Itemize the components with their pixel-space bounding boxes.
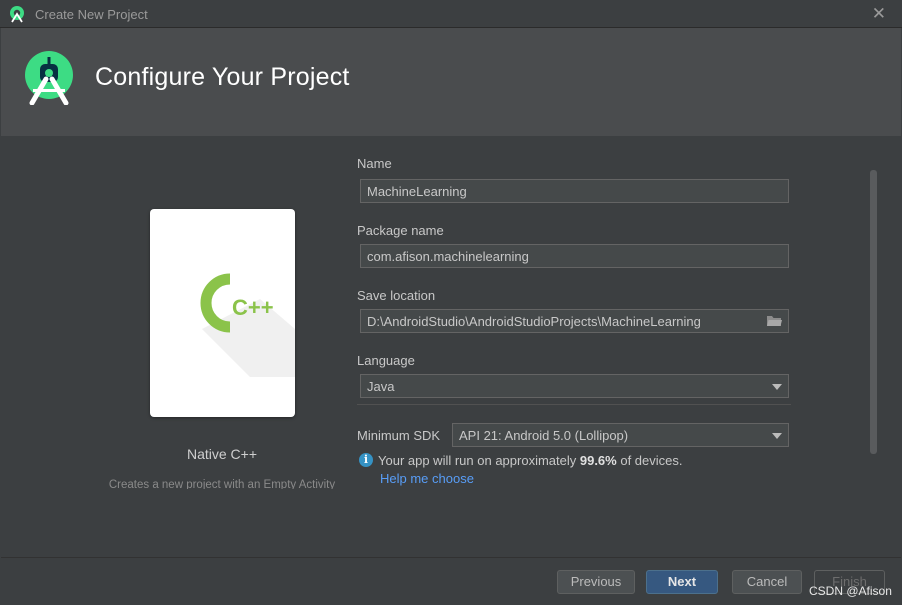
save-location-input[interactable]: D:\AndroidStudio\AndroidStudioProjects\M… (360, 309, 789, 333)
device-coverage-text: Your app will run on approximately 99.6%… (378, 453, 683, 468)
android-studio-logo (25, 51, 73, 105)
help-me-choose-link[interactable]: Help me choose (380, 471, 474, 486)
minimum-sdk-value: API 21: Android 5.0 (Lollipop) (459, 428, 629, 443)
save-location-label: Save location (357, 288, 436, 303)
scrollbar[interactable] (870, 170, 877, 454)
wizard-header: Configure Your Project (1, 28, 901, 136)
close-icon[interactable]: ✕ (872, 4, 886, 24)
window-title: Create New Project (35, 7, 148, 22)
minimum-sdk-label: Minimum SDK (357, 428, 441, 443)
coverage-percent: 99.6% (579, 453, 617, 468)
cpp-template-icon: C++ (200, 273, 295, 377)
language-value: Java (367, 379, 395, 394)
watermark: CSDN @Afison (809, 584, 892, 598)
previous-button[interactable]: Previous (557, 570, 635, 594)
android-studio-icon (10, 6, 24, 23)
name-value: MachineLearning (367, 184, 467, 199)
package-name-value: com.afison.machinelearning (367, 249, 529, 264)
cancel-button[interactable]: Cancel (732, 570, 802, 594)
title-bar: Create New Project ✕ (0, 0, 902, 28)
chevron-down-icon (772, 384, 782, 390)
template-name: Native C++ (186, 446, 258, 462)
package-name-input[interactable]: com.afison.machinelearning (360, 244, 789, 268)
divider (357, 404, 791, 405)
wizard-footer: Previous Next Cancel Finish CSDN @Afison (1, 557, 901, 605)
coverage-suffix: of devices. (616, 453, 683, 468)
cpp-icon-text: C++ (232, 295, 274, 320)
package-name-label: Package name (357, 223, 444, 238)
next-button[interactable]: Next (646, 570, 718, 594)
template-description: Creates a new project with an Empty Acti… (108, 479, 336, 489)
name-label: Name (357, 156, 392, 171)
language-select[interactable]: Java (360, 374, 789, 398)
template-preview-card: C++ (150, 209, 295, 417)
coverage-prefix: Your app will run on approximately (378, 453, 580, 468)
name-input[interactable]: MachineLearning (360, 179, 789, 203)
folder-icon[interactable] (767, 315, 782, 327)
page-title: Configure Your Project (95, 63, 350, 91)
chevron-down-icon (772, 433, 782, 439)
info-icon: i (359, 453, 373, 467)
language-label: Language (357, 353, 415, 368)
save-location-value: D:\AndroidStudio\AndroidStudioProjects\M… (367, 314, 701, 329)
wizard-content: C++ Native C++ Creates a new project wit… (1, 136, 901, 557)
minimum-sdk-select[interactable]: API 21: Android 5.0 (Lollipop) (452, 423, 789, 447)
